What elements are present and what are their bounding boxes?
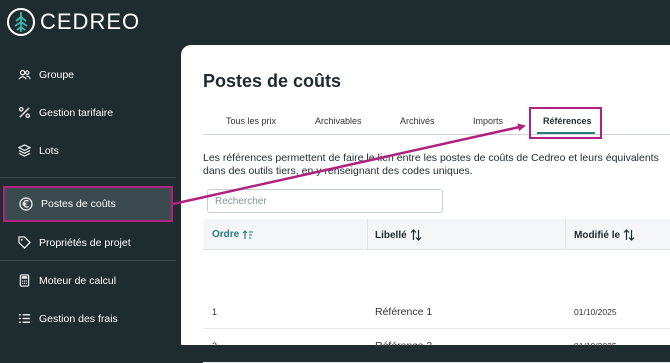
column-separator — [367, 219, 368, 249]
tree-logo-icon — [7, 8, 35, 36]
sort-icon[interactable] — [410, 229, 422, 241]
percent-icon — [18, 106, 31, 119]
sidebar-item-lots[interactable]: Lots — [18, 144, 59, 157]
sidebar-item-label: Gestion des frais — [39, 312, 118, 325]
sidebar-item-gestion-tarifaire[interactable]: Gestion tarifaire — [18, 106, 113, 119]
cell-libelle: Référence 2 — [375, 340, 433, 352]
sidebar-item-gestion-des-frais[interactable]: Gestion des frais — [18, 312, 118, 325]
search-input[interactable] — [207, 189, 443, 213]
sidebar-item-proprietes-de-projet[interactable]: Propriétés de projet — [18, 236, 131, 249]
list-icon — [18, 314, 31, 323]
column-header-libelle[interactable]: Libellé — [375, 229, 422, 241]
sidebar-item-label: Postes de coûts — [41, 198, 116, 210]
cell-modifie-le: 01/10/2025 — [574, 307, 617, 317]
sidebar-item-label: Propriétés de projet — [39, 236, 131, 249]
active-tab-indicator — [537, 132, 595, 134]
column-header-ordre[interactable]: Ordre — [212, 229, 254, 240]
tab-tous-les-prix[interactable]: Tous les prix — [226, 116, 276, 126]
main-panel: Postes de coûts Tous les prix Archivable… — [181, 45, 670, 363]
cell-ordre: 1 — [212, 307, 218, 317]
sidebar-item-moteur-de-calcul[interactable]: Moteur de calcul — [18, 274, 116, 287]
page-title: Postes de coûts — [203, 71, 342, 91]
page-description: Les références permettent de faire le li… — [203, 152, 659, 177]
tab-imports[interactable]: Imports — [473, 116, 503, 126]
brand: CEDREO — [6, 6, 140, 38]
cell-modifie-le: 01/10/2025 — [574, 341, 617, 351]
tag-icon — [18, 236, 31, 249]
sidebar-item-label: Groupe — [39, 68, 75, 81]
sort-ascending-icon[interactable] — [242, 229, 254, 240]
table-header: Ordre Libellé Modifié le — [203, 219, 670, 250]
sidebar-item-postes-de-couts[interactable]: Postes de coûts — [3, 186, 173, 222]
sidebar-divider — [0, 260, 176, 261]
sidebar-item-label: Gestion tarifaire — [39, 106, 114, 119]
sidebar-item-label: Moteur de calcul — [39, 274, 117, 287]
table-row[interactable]: 2 Référence 2 01/10/2025 — [203, 329, 670, 363]
cell-libelle: Référence 1 — [375, 306, 433, 318]
tab-archivables[interactable]: Archivables — [315, 116, 362, 126]
sidebar-item-groupe[interactable]: Groupe — [18, 68, 74, 81]
euro-icon — [19, 197, 33, 211]
sidebar-item-label: Lots — [39, 144, 59, 157]
column-separator — [565, 219, 566, 249]
tab-archives[interactable]: Archivés — [400, 116, 435, 126]
tab-references[interactable]: Références — [543, 116, 592, 126]
cell-ordre: 2 — [212, 341, 218, 351]
sidebar-divider — [0, 177, 176, 178]
column-header-modifie-le[interactable]: Modifié le — [574, 229, 635, 241]
sort-icon[interactable] — [623, 229, 635, 241]
brand-name: CEDREO — [40, 9, 141, 34]
table-row[interactable]: 1 Référence 1 01/10/2025 — [203, 295, 670, 329]
calculator-icon — [19, 274, 30, 287]
group-icon — [18, 69, 31, 80]
layers-icon — [18, 144, 31, 157]
